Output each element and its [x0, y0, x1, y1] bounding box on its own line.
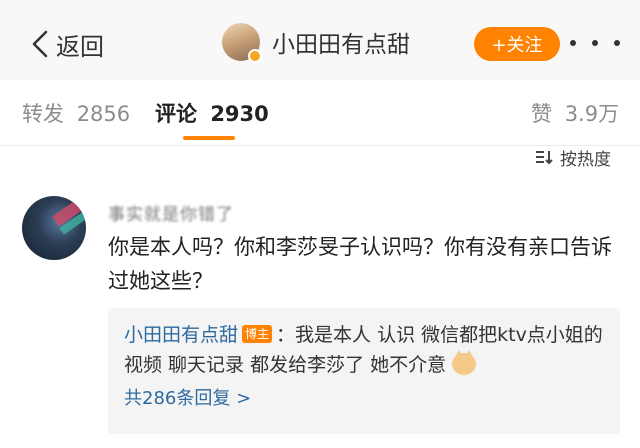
active-tab-indicator	[183, 136, 235, 140]
tab-like-label: 赞	[531, 102, 552, 126]
tab-repost[interactable]: 转发 2856	[22, 98, 130, 128]
avatar-wrapper	[222, 23, 262, 63]
sort-label: 按热度	[560, 149, 611, 170]
tab-comment[interactable]: 评论 2930	[155, 98, 269, 128]
top-bar: 返回 小田田有点甜 +关注	[0, 0, 640, 80]
verified-badge-icon	[248, 49, 262, 63]
comment-text: 你是本人吗？你和李莎旻子认识吗？你有没有亲口告诉过她这些？	[108, 235, 612, 293]
reply-author[interactable]: 小田田有点甜	[124, 324, 238, 346]
commenter-name[interactable]: 事实就是你错了	[108, 200, 234, 225]
author-tag-badge: 博主	[242, 325, 273, 343]
more-dot	[592, 40, 598, 46]
commenter-avatar[interactable]	[22, 196, 86, 260]
follow-button[interactable]: +关注	[474, 27, 560, 61]
more-dot	[614, 40, 620, 46]
sort-by-hot-button[interactable]: 按热度	[534, 146, 611, 170]
cat-emoji-icon	[452, 350, 477, 375]
reply-preview[interactable]: 小田田有点甜 博主 ：我是本人 认识 微信都把ktv点小姐的视频 聊天记录 都发给李…	[108, 308, 620, 434]
chevron-left-icon	[32, 30, 48, 58]
more-dot	[570, 40, 576, 46]
reply-content: 小田田有点甜 博主 ：我是本人 认识 微信都把ktv点小姐的视频 聊天记录 都发给李…	[124, 320, 604, 380]
username: 小田田有点甜	[272, 32, 410, 58]
back-button[interactable]: 返回	[30, 24, 104, 64]
tab-like-count: 3.9万	[564, 102, 620, 126]
tab-comment-label: 评论	[155, 102, 197, 126]
user-profile[interactable]: 小田田有点甜	[222, 20, 410, 64]
tab-repost-count: 2856	[76, 102, 131, 126]
back-label: 返回	[56, 32, 104, 61]
tab-bar: 转发 2856 评论 2930 赞 3.9万	[0, 80, 640, 146]
tab-comment-count: 2930	[210, 102, 269, 126]
view-all-replies-link[interactable]: 共286条回复 >	[124, 384, 604, 414]
tab-repost-label: 转发	[22, 102, 64, 126]
sort-icon	[536, 151, 553, 165]
more-options-icon[interactable]	[570, 36, 620, 50]
tab-like[interactable]: 赞 3.9万	[531, 98, 619, 128]
